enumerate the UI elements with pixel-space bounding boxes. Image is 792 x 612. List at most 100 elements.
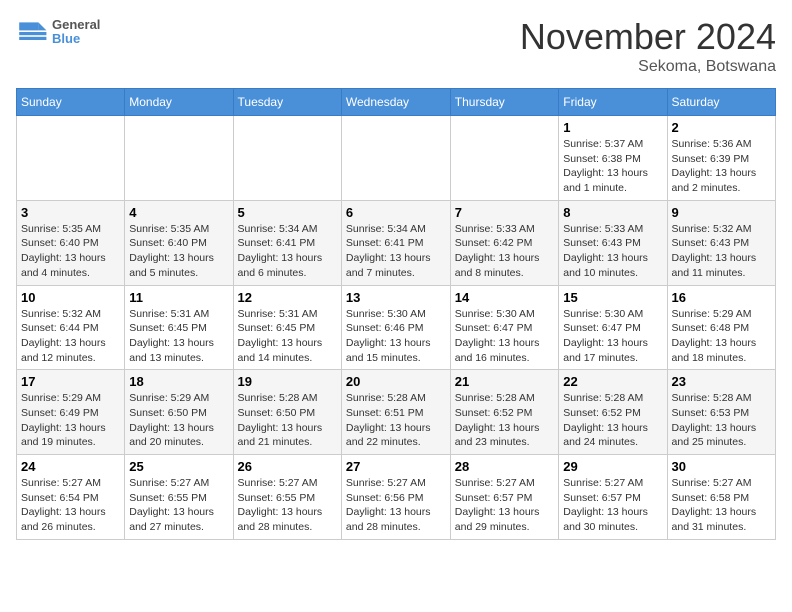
day-number: 28 <box>455 459 555 474</box>
calendar-cell: 8 Sunrise: 5:33 AM Sunset: 6:43 PM Daylig… <box>559 200 667 285</box>
day-number: 11 <box>129 290 228 305</box>
day-info: Sunrise: 5:27 AM Sunset: 6:55 PM Dayligh… <box>238 476 337 535</box>
calendar-cell: 2Sunrise: 5:36 AM Sunset: 6:39 PM Daylig… <box>667 116 775 201</box>
day-number: 29 <box>563 459 662 474</box>
calendar-cell: 6 Sunrise: 5:34 AM Sunset: 6:41 PM Daylig… <box>341 200 450 285</box>
day-info: Sunrise: 5:35 AM Sunset: 6:40 PM Dayligh… <box>21 222 120 281</box>
logo-icon <box>16 16 48 48</box>
calendar-cell: 29 Sunrise: 5:27 AM Sunset: 6:57 PM Dayli… <box>559 455 667 540</box>
calendar-cell: 24 Sunrise: 5:27 AM Sunset: 6:54 PM Dayli… <box>17 455 125 540</box>
day-info: Sunrise: 5:27 AM Sunset: 6:56 PM Dayligh… <box>346 476 446 535</box>
calendar-cell: 22Sunrise: 5:28 AM Sunset: 6:52 PM Dayli… <box>559 370 667 455</box>
day-info: Sunrise: 5:30 AM Sunset: 6:46 PM Dayligh… <box>346 307 446 366</box>
day-info: Sunrise: 5:27 AM Sunset: 6:57 PM Dayligh… <box>563 476 662 535</box>
calendar-cell: 18Sunrise: 5:29 AM Sunset: 6:50 PM Dayli… <box>125 370 233 455</box>
calendar-header: SundayMondayTuesdayWednesdayThursdayFrid… <box>17 89 776 116</box>
calendar-cell <box>125 116 233 201</box>
day-number: 13 <box>346 290 446 305</box>
calendar-cell: 9 Sunrise: 5:32 AM Sunset: 6:43 PM Daylig… <box>667 200 775 285</box>
calendar-cell: 7 Sunrise: 5:33 AM Sunset: 6:42 PM Daylig… <box>450 200 559 285</box>
day-info: Sunrise: 5:27 AM Sunset: 6:55 PM Dayligh… <box>129 476 228 535</box>
day-info: Sunrise: 5:30 AM Sunset: 6:47 PM Dayligh… <box>455 307 555 366</box>
calendar-table: SundayMondayTuesdayWednesdayThursdayFrid… <box>16 88 776 540</box>
day-info: Sunrise: 5:28 AM Sunset: 6:50 PM Dayligh… <box>238 391 337 450</box>
calendar-cell: 26 Sunrise: 5:27 AM Sunset: 6:55 PM Dayli… <box>233 455 341 540</box>
logo-line1: General <box>52 18 100 32</box>
day-info: Sunrise: 5:27 AM Sunset: 6:57 PM Dayligh… <box>455 476 555 535</box>
day-number: 20 <box>346 374 446 389</box>
calendar-cell: 5Sunrise: 5:34 AM Sunset: 6:41 PM Daylig… <box>233 200 341 285</box>
day-info: Sunrise: 5:28 AM Sunset: 6:51 PM Dayligh… <box>346 391 446 450</box>
page-header: General Blue November 2024 Sekoma, Botsw… <box>16 16 776 76</box>
calendar-cell: 16 Sunrise: 5:29 AM Sunset: 6:48 PM Dayli… <box>667 285 775 370</box>
day-number: 24 <box>21 459 120 474</box>
calendar-week-3: 10 Sunrise: 5:32 AM Sunset: 6:44 PM Dayli… <box>17 285 776 370</box>
calendar-cell: 13 Sunrise: 5:30 AM Sunset: 6:46 PM Dayli… <box>341 285 450 370</box>
day-info: Sunrise: 5:34 AM Sunset: 6:41 PM Dayligh… <box>346 222 446 281</box>
weekday-header-friday: Friday <box>559 89 667 116</box>
calendar-cell <box>341 116 450 201</box>
day-info: Sunrise: 5:31 AM Sunset: 6:45 PM Dayligh… <box>238 307 337 366</box>
day-info: Sunrise: 5:36 AM Sunset: 6:39 PM Dayligh… <box>672 137 771 196</box>
calendar-body: 1Sunrise: 5:37 AM Sunset: 6:38 PM Daylig… <box>17 116 776 540</box>
day-number: 8 <box>563 205 662 220</box>
day-info: Sunrise: 5:32 AM Sunset: 6:43 PM Dayligh… <box>672 222 771 281</box>
calendar-cell: 28 Sunrise: 5:27 AM Sunset: 6:57 PM Dayli… <box>450 455 559 540</box>
day-number: 1 <box>563 120 662 135</box>
weekday-header-sunday: Sunday <box>17 89 125 116</box>
day-info: Sunrise: 5:32 AM Sunset: 6:44 PM Dayligh… <box>21 307 120 366</box>
day-info: Sunrise: 5:29 AM Sunset: 6:50 PM Dayligh… <box>129 391 228 450</box>
day-number: 4 <box>129 205 228 220</box>
weekday-header-tuesday: Tuesday <box>233 89 341 116</box>
day-number: 16 <box>672 290 771 305</box>
calendar-cell: 12 Sunrise: 5:31 AM Sunset: 6:45 PM Dayli… <box>233 285 341 370</box>
day-number: 21 <box>455 374 555 389</box>
calendar-cell: 21 Sunrise: 5:28 AM Sunset: 6:52 PM Dayli… <box>450 370 559 455</box>
day-number: 6 <box>346 205 446 220</box>
day-info: Sunrise: 5:33 AM Sunset: 6:43 PM Dayligh… <box>563 222 662 281</box>
calendar-week-1: 1Sunrise: 5:37 AM Sunset: 6:38 PM Daylig… <box>17 116 776 201</box>
day-number: 5 <box>238 205 337 220</box>
calendar-cell: 15Sunrise: 5:30 AM Sunset: 6:47 PM Dayli… <box>559 285 667 370</box>
day-number: 7 <box>455 205 555 220</box>
calendar-cell: 20 Sunrise: 5:28 AM Sunset: 6:51 PM Dayli… <box>341 370 450 455</box>
day-number: 9 <box>672 205 771 220</box>
logo: General Blue <box>16 16 100 48</box>
day-info: Sunrise: 5:27 AM Sunset: 6:58 PM Dayligh… <box>672 476 771 535</box>
day-number: 23 <box>672 374 771 389</box>
calendar-cell: 17 Sunrise: 5:29 AM Sunset: 6:49 PM Dayli… <box>17 370 125 455</box>
day-number: 30 <box>672 459 771 474</box>
calendar-cell: 27 Sunrise: 5:27 AM Sunset: 6:56 PM Dayli… <box>341 455 450 540</box>
day-info: Sunrise: 5:28 AM Sunset: 6:53 PM Dayligh… <box>672 391 771 450</box>
day-number: 22 <box>563 374 662 389</box>
day-info: Sunrise: 5:35 AM Sunset: 6:40 PM Dayligh… <box>129 222 228 281</box>
logo-text: General Blue <box>52 18 100 47</box>
day-number: 25 <box>129 459 228 474</box>
day-number: 12 <box>238 290 337 305</box>
day-info: Sunrise: 5:27 AM Sunset: 6:54 PM Dayligh… <box>21 476 120 535</box>
day-info: Sunrise: 5:33 AM Sunset: 6:42 PM Dayligh… <box>455 222 555 281</box>
day-number: 27 <box>346 459 446 474</box>
day-info: Sunrise: 5:29 AM Sunset: 6:49 PM Dayligh… <box>21 391 120 450</box>
weekday-header-wednesday: Wednesday <box>341 89 450 116</box>
day-number: 10 <box>21 290 120 305</box>
weekday-header-saturday: Saturday <box>667 89 775 116</box>
calendar-cell: 4 Sunrise: 5:35 AM Sunset: 6:40 PM Daylig… <box>125 200 233 285</box>
day-number: 26 <box>238 459 337 474</box>
weekday-header-row: SundayMondayTuesdayWednesdayThursdayFrid… <box>17 89 776 116</box>
calendar-cell <box>17 116 125 201</box>
day-info: Sunrise: 5:29 AM Sunset: 6:48 PM Dayligh… <box>672 307 771 366</box>
calendar-week-2: 3 Sunrise: 5:35 AM Sunset: 6:40 PM Daylig… <box>17 200 776 285</box>
calendar-week-5: 24 Sunrise: 5:27 AM Sunset: 6:54 PM Dayli… <box>17 455 776 540</box>
calendar-cell: 19 Sunrise: 5:28 AM Sunset: 6:50 PM Dayli… <box>233 370 341 455</box>
calendar-cell: 14Sunrise: 5:30 AM Sunset: 6:47 PM Dayli… <box>450 285 559 370</box>
day-number: 17 <box>21 374 120 389</box>
day-number: 3 <box>21 205 120 220</box>
day-number: 19 <box>238 374 337 389</box>
weekday-header-thursday: Thursday <box>450 89 559 116</box>
day-info: Sunrise: 5:28 AM Sunset: 6:52 PM Dayligh… <box>455 391 555 450</box>
calendar-cell: 10 Sunrise: 5:32 AM Sunset: 6:44 PM Dayli… <box>17 285 125 370</box>
calendar-cell: 1Sunrise: 5:37 AM Sunset: 6:38 PM Daylig… <box>559 116 667 201</box>
weekday-header-monday: Monday <box>125 89 233 116</box>
calendar-cell <box>233 116 341 201</box>
